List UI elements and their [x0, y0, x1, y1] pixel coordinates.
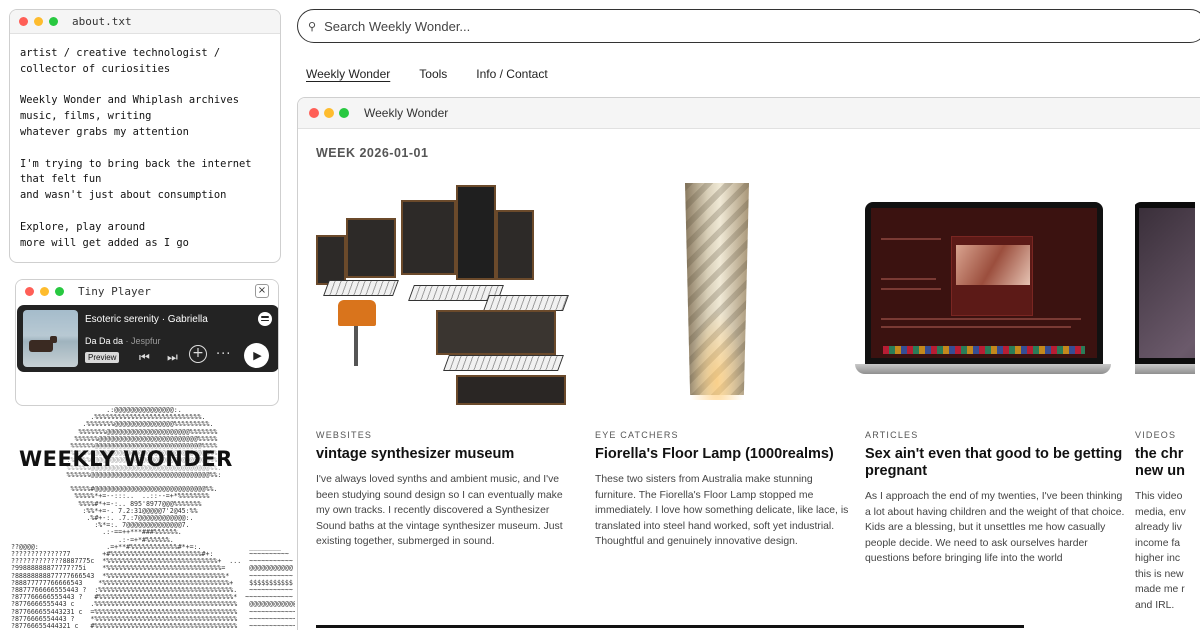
- about-paragraph: Explore, play around more will get added…: [20, 220, 189, 249]
- video-laptop-image[interactable]: [1135, 180, 1195, 410]
- card-title[interactable]: vintage synthesizer museum: [316, 446, 576, 463]
- main-title: Weekly Wonder: [364, 106, 449, 120]
- next-icon[interactable]: ⏭: [167, 350, 178, 365]
- card-videos[interactable]: VIDEOS the chr new un This video media, …: [1135, 180, 1195, 630]
- minimize-dot-icon[interactable]: [34, 17, 43, 26]
- card-articles[interactable]: ARTICLES Sex ain't even that good to be …: [855, 180, 1125, 567]
- minimize-dot-icon[interactable]: [40, 286, 49, 296]
- song-name[interactable]: Da Da da: [85, 336, 123, 346]
- synthesizer-image[interactable]: [316, 180, 576, 410]
- ascii-art: .:@@@@@@@@@@@@@@@:. .%%%%%%%%%%%%%%%%%%%…: [10, 407, 295, 630]
- track-title[interactable]: Esoteric serenity · Gabriella: [85, 314, 208, 325]
- tiny-player-window: Tiny Player × Esoteric serenity · Gabrie…: [15, 279, 279, 406]
- laptop-screenshot-image[interactable]: [855, 180, 1125, 410]
- preview-badge: Preview: [85, 352, 120, 363]
- close-dot-icon[interactable]: [25, 286, 34, 296]
- card-category: EYE CATCHERS: [595, 430, 679, 440]
- card-category: WEBSITES: [316, 430, 373, 440]
- add-icon[interactable]: +: [189, 345, 207, 363]
- play-icon[interactable]: ▶: [244, 343, 269, 368]
- close-dot-icon[interactable]: [19, 17, 28, 26]
- top-nav: Weekly Wonder Tools Info / Contact: [306, 67, 577, 81]
- zoom-dot-icon[interactable]: [55, 286, 64, 296]
- ascii-art-portrait: .:@@@@@@@@@@@@@@@:. .%%%%%%%%%%%%%%%%%%%…: [7, 407, 295, 630]
- album-art[interactable]: [23, 310, 78, 367]
- zoom-dot-icon[interactable]: [49, 17, 58, 26]
- week-label: WEEK 2026-01-01: [316, 146, 429, 160]
- about-paragraph: Weekly Wonder and Whiplash archives musi…: [20, 94, 239, 138]
- about-titlebar: about.txt: [10, 10, 280, 34]
- weekly-wonder-wordmark[interactable]: WEEKLY WONDER: [17, 447, 235, 471]
- player-title: Tiny Player: [78, 284, 151, 298]
- close-player-button[interactable]: ×: [255, 284, 269, 298]
- about-paragraph: artist / creative technologist / collect…: [20, 47, 221, 75]
- zoom-dot-icon[interactable]: [339, 108, 349, 118]
- previous-icon[interactable]: ⏮: [139, 350, 150, 365]
- card-category: VIDEOS: [1135, 430, 1177, 440]
- search-bar[interactable]: ⚲: [297, 9, 1200, 43]
- weekly-wonder-window: Weekly Wonder WEEK 2026-01-01 WEBSITES v…: [297, 97, 1200, 630]
- nav-info-contact[interactable]: Info / Contact: [476, 67, 547, 81]
- card-websites[interactable]: WEBSITES vintage synthesizer museum I've…: [316, 180, 576, 550]
- spotify-embed: Esoteric serenity · Gabriella Da Da da ·…: [17, 305, 278, 372]
- card-title[interactable]: the chr new un: [1135, 446, 1195, 480]
- card-title[interactable]: Sex ain't even that good to be getting p…: [865, 446, 1125, 480]
- nav-tools[interactable]: Tools: [419, 67, 447, 81]
- divider: [316, 625, 1024, 628]
- about-text: artist / creative technologist / collect…: [10, 34, 280, 262]
- card-description: I've always loved synths and ambient mus…: [316, 474, 563, 547]
- search-icon: ⚲: [308, 19, 317, 33]
- minimize-dot-icon[interactable]: [324, 108, 334, 118]
- spotify-icon[interactable]: [258, 312, 272, 326]
- close-dot-icon[interactable]: [309, 108, 319, 118]
- card-eye-catchers[interactable]: EYE CATCHERS Fiorella's Floor Lamp (1000…: [595, 180, 855, 550]
- about-window: about.txt artist / creative technologist…: [9, 9, 281, 263]
- track-artist: Da Da da · Jespfur: [85, 336, 161, 346]
- about-title: about.txt: [72, 15, 132, 28]
- card-description: As I approach the end of my twenties, I'…: [865, 491, 1125, 564]
- main-titlebar: Weekly Wonder: [298, 98, 1200, 129]
- more-icon[interactable]: ···: [216, 347, 231, 362]
- card-description: These two sisters from Australia make st…: [595, 474, 849, 547]
- player-titlebar: Tiny Player: [16, 280, 278, 302]
- floor-lamp-image[interactable]: [595, 180, 855, 410]
- artist-name[interactable]: · Jespfur: [126, 336, 161, 346]
- card-category: ARTICLES: [865, 430, 919, 440]
- card-description: This video media, env already liv income…: [1135, 491, 1186, 611]
- card-title[interactable]: Fiorella's Floor Lamp (1000realms): [595, 446, 855, 463]
- nav-weekly-wonder[interactable]: Weekly Wonder: [306, 67, 390, 81]
- search-input[interactable]: [324, 18, 1025, 34]
- about-paragraph: I'm trying to bring back the internet th…: [20, 157, 252, 202]
